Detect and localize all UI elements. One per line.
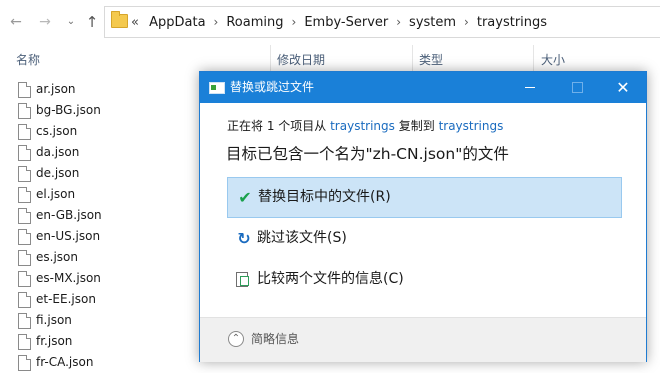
back-button[interactable]: ←: [8, 12, 24, 32]
chevron-right-icon[interactable]: ›: [214, 15, 219, 29]
source-folder-link[interactable]: traystrings: [330, 119, 395, 133]
list-item[interactable]: fr.json: [0, 331, 200, 352]
list-item[interactable]: es-MX.json: [0, 268, 200, 289]
address-bar-area: ← → ⌄ ↑ « AppData › Roaming › Emby-Server › sy…: [0, 0, 660, 43]
chevron-right-icon[interactable]: ›: [396, 15, 401, 29]
chevron-up-icon[interactable]: ⌃: [228, 331, 244, 347]
breadcrumb-item-traystrings[interactable]: traystrings: [477, 15, 547, 30]
dialog-footer: ⌃ 简略信息: [200, 317, 646, 362]
breadcrumb-overflow[interactable]: «: [131, 15, 139, 30]
file-icon: [18, 187, 31, 203]
file-icon: [18, 313, 31, 329]
chevron-right-icon[interactable]: ›: [292, 15, 297, 29]
maximize-icon: [572, 82, 583, 93]
copy-progress-text: 正在将 1 个项目从 traystrings 复制到 traystrings: [227, 117, 503, 134]
file-icon: [18, 166, 31, 182]
skip-option[interactable]: ↻ 跳过该文件(S): [227, 219, 620, 258]
file-name: de.json: [36, 166, 80, 180]
list-item[interactable]: et-EE.json: [0, 289, 200, 310]
file-name: el.json: [36, 187, 76, 201]
list-item[interactable]: es.json: [0, 247, 200, 268]
replace-option[interactable]: ✔ 替换目标中的文件(R): [227, 177, 622, 218]
list-item[interactable]: bg-BG.json: [0, 100, 200, 121]
file-name: es-MX.json: [36, 271, 101, 285]
file-icon: [18, 355, 31, 371]
file-icon: [18, 229, 31, 245]
copy-to-label: 复制到: [398, 119, 435, 133]
list-item[interactable]: en-US.json: [0, 226, 200, 247]
list-item[interactable]: cs.json: [0, 121, 200, 142]
destination-folder-link[interactable]: traystrings: [439, 119, 504, 133]
copy-progress-icon: [209, 82, 225, 94]
skip-arrow-icon: ↻: [237, 229, 251, 248]
column-date-modified[interactable]: 修改日期: [277, 51, 325, 68]
file-name: fr.json: [36, 334, 73, 348]
breadcrumb-item-system[interactable]: system: [409, 15, 456, 30]
file-icon: [18, 103, 31, 119]
column-divider[interactable]: [270, 45, 271, 71]
list-item[interactable]: da.json: [0, 142, 200, 163]
list-item[interactable]: el.json: [0, 184, 200, 205]
list-item[interactable]: de.json: [0, 163, 200, 184]
skip-option-label: 跳过该文件(S): [257, 230, 347, 246]
minimize-icon: [525, 87, 535, 88]
column-size[interactable]: 大小: [541, 51, 565, 68]
checkmark-icon: ✔: [238, 188, 252, 207]
list-item[interactable]: en-GB.json: [0, 205, 200, 226]
file-icon: [18, 250, 31, 266]
list-item[interactable]: ar.json: [0, 79, 200, 100]
column-divider[interactable]: [533, 45, 534, 71]
column-divider[interactable]: [412, 45, 413, 71]
file-icon: [18, 145, 31, 161]
file-name: bg-BG.json: [36, 103, 101, 117]
minimize-button[interactable]: [508, 72, 554, 103]
file-name: da.json: [36, 145, 80, 159]
breadcrumb-item-appdata[interactable]: AppData: [149, 15, 205, 30]
file-name: fr-CA.json: [36, 355, 94, 369]
list-item[interactable]: fi.json: [0, 310, 200, 331]
list-item[interactable]: fr-CA.json: [0, 352, 200, 373]
file-icon: [18, 271, 31, 287]
file-icon: [18, 334, 31, 350]
progress-prefix: 正在将 1 个项目从: [227, 119, 327, 133]
compare-files-icon-overlay: [240, 276, 249, 286]
file-name: en-US.json: [36, 229, 101, 243]
file-name: fi.json: [36, 313, 72, 327]
dialog-titlebar[interactable]: 替换或跳过文件 ✕: [200, 72, 646, 103]
breadcrumb-item-roaming[interactable]: Roaming: [226, 15, 283, 30]
conflict-message: 目标已包含一个名为"zh-CN.json"的文件: [226, 145, 509, 163]
column-name[interactable]: 名称: [16, 51, 40, 68]
compare-option-label: 比较两个文件的信息(C): [257, 271, 404, 287]
replace-or-skip-dialog: 替换或跳过文件 ✕ 正在将 1 个项目从 traystrings 复制到 tra…: [199, 71, 647, 362]
replace-option-label: 替换目标中的文件(R): [258, 189, 391, 205]
address-box[interactable]: « AppData › Roaming › Emby-Server › system › tra…: [104, 6, 660, 38]
file-icon: [18, 292, 31, 308]
folder-icon: [111, 11, 128, 28]
breadcrumb-item-emby-server[interactable]: Emby-Server: [304, 15, 388, 30]
file-name: et-EE.json: [36, 292, 96, 306]
forward-button[interactable]: →: [37, 12, 53, 32]
file-icon: [18, 124, 31, 140]
recent-locations-button[interactable]: ⌄: [63, 12, 79, 32]
up-button[interactable]: ↑: [84, 12, 100, 32]
maximize-button: [554, 72, 600, 103]
file-name: en-GB.json: [36, 208, 102, 222]
column-type[interactable]: 类型: [419, 51, 443, 68]
file-name: cs.json: [36, 124, 78, 138]
file-list: ar.json bg-BG.json cs.json da.json de.js…: [0, 79, 200, 373]
compare-option[interactable]: 比较两个文件的信息(C): [227, 260, 620, 299]
file-icon: [18, 82, 31, 98]
file-name: ar.json: [36, 82, 76, 96]
file-name: es.json: [36, 250, 78, 264]
chevron-right-icon[interactable]: ›: [464, 15, 469, 29]
fewer-details-toggle[interactable]: 简略信息: [251, 318, 299, 360]
close-button[interactable]: ✕: [600, 72, 646, 103]
file-icon: [18, 208, 31, 224]
dialog-title: 替换或跳过文件: [230, 80, 315, 94]
breadcrumb: « AppData › Roaming › Emby-Server › system › tra…: [131, 7, 547, 37]
column-header: 名称 修改日期 类型 大小: [0, 45, 660, 73]
